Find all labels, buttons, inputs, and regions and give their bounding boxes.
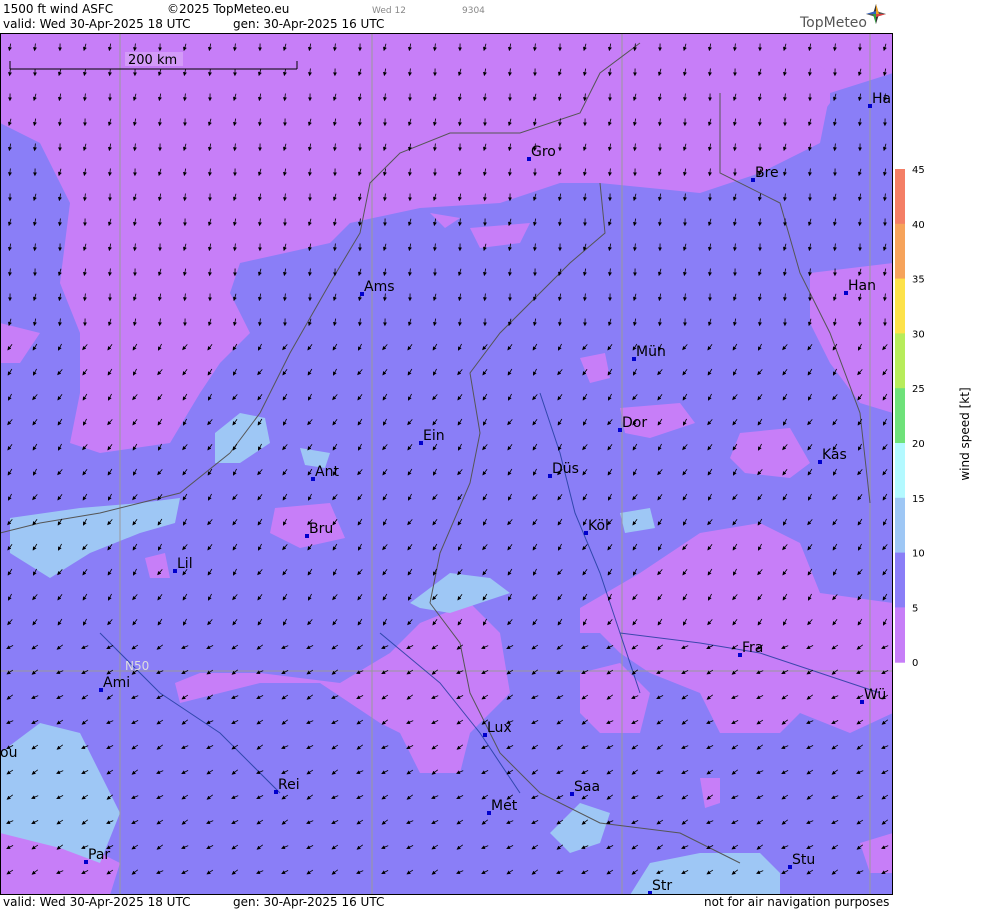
legend-tick-label: 45 <box>912 165 925 176</box>
svg-text:Par: Par <box>88 847 110 863</box>
code-label: 9304 <box>462 4 485 18</box>
city-lux[interactable]: Lux <box>483 720 512 737</box>
legend-tick-label: 15 <box>912 494 925 505</box>
svg-text:Mün: Mün <box>636 344 666 360</box>
legend-tick-label: 10 <box>912 549 925 560</box>
city-par[interactable]: Par <box>84 847 110 864</box>
svg-text:Rei: Rei <box>278 777 300 793</box>
copyright: ©2025 TopMeteo.eu <box>167 2 289 16</box>
svg-text:Ein: Ein <box>423 428 445 444</box>
city-fra[interactable]: Fra <box>738 640 763 657</box>
city-wu[interactable]: Wü <box>860 687 886 704</box>
footer-valid-time: valid: Wed 30-Apr-2025 18 UTC <box>3 895 190 909</box>
city-han[interactable]: Han <box>844 278 876 295</box>
map-header: 1500 ft wind ASFC ©2025 TopMeteo.eu Wed … <box>0 0 893 33</box>
brand-name: TopMeteo <box>800 16 867 30</box>
svg-text:Ami: Ami <box>103 675 130 691</box>
valid-time: valid: Wed 30-Apr-2025 18 UTC <box>3 17 190 31</box>
legend-tick-label: 25 <box>912 384 925 395</box>
legend-color-step <box>895 607 905 662</box>
svg-text:Ha: Ha <box>872 91 891 107</box>
svg-text:ou: ou <box>0 745 17 761</box>
svg-text:Fra: Fra <box>742 640 763 656</box>
legend-color-bar <box>895 169 905 663</box>
legend-color-step <box>895 388 905 443</box>
legend-title: wind speed [kt] <box>958 387 972 480</box>
city-met[interactable]: Met <box>487 798 518 815</box>
city-ant[interactable]: Ant <box>311 464 339 481</box>
wind-map-svg: 200 km N50 Gro Bre Ha Ams Han Mün Dor Ei… <box>0 33 893 895</box>
legend-tick-label: 5 <box>912 603 918 614</box>
disclaimer: not for air navigation purposes <box>704 895 889 909</box>
city-ami[interactable]: Ami <box>99 675 130 692</box>
legend-color-step <box>895 498 905 553</box>
svg-text:Wü: Wü <box>864 687 886 703</box>
scale-label: 200 km <box>128 53 177 68</box>
svg-text:Saa: Saa <box>574 779 600 795</box>
svg-text:Köl: Köl <box>588 518 609 534</box>
city-kol[interactable]: Köl <box>584 518 609 535</box>
product-title: 1500 ft wind ASFC <box>3 2 113 16</box>
city-ha[interactable]: Ha <box>868 91 891 108</box>
legend-color-step <box>895 224 905 279</box>
svg-text:Lux: Lux <box>487 720 512 736</box>
legend-color-step <box>895 169 905 224</box>
city-gro[interactable]: Gro <box>527 144 556 161</box>
city-ein[interactable]: Ein <box>419 428 445 445</box>
latitude-label: N50 <box>125 659 149 673</box>
svg-text:Ams: Ams <box>364 279 395 295</box>
svg-text:Bru: Bru <box>309 521 333 537</box>
legend-tick-label: 35 <box>912 275 925 286</box>
topmeteo-logo[interactable]: TopMeteo <box>798 2 890 32</box>
wind-map[interactable]: 200 km N50 Gro Bre Ha Ams Han Mün Dor Ei… <box>0 33 893 895</box>
svg-text:Met: Met <box>491 798 518 814</box>
legend-svg: 45 40 35 30 25 20 15 10 5 0 wind speed [kt] <box>893 0 983 909</box>
city-str[interactable]: Str <box>648 878 672 895</box>
svg-text:Kas: Kas <box>822 447 847 463</box>
map-footer: valid: Wed 30-Apr-2025 18 UTC gen: 30-Ap… <box>0 895 893 909</box>
generated-time: gen: 30-Apr-2025 16 UTC <box>233 17 384 31</box>
city-bre[interactable]: Bre <box>751 165 779 182</box>
svg-text:Dor: Dor <box>622 415 647 431</box>
city-ams[interactable]: Ams <box>360 279 395 296</box>
legend-tick-label: 30 <box>912 329 925 340</box>
legend-tick-label: 40 <box>912 220 925 231</box>
svg-text:Lil: Lil <box>177 556 193 572</box>
city-ou[interactable]: ou <box>0 745 17 761</box>
step-label: Wed 12 <box>372 4 406 18</box>
city-dus[interactable]: Düs <box>548 461 579 478</box>
svg-text:Stu: Stu <box>792 852 815 868</box>
footer-generated-time: gen: 30-Apr-2025 16 UTC <box>233 895 384 909</box>
city-saa[interactable]: Saa <box>570 779 600 796</box>
legend-color-step <box>895 333 905 388</box>
legend-ticks: 45 40 35 30 25 20 15 10 5 0 <box>912 165 925 669</box>
city-stu[interactable]: Stu <box>788 852 815 869</box>
svg-text:Bre: Bre <box>755 165 779 181</box>
legend-color-step <box>895 279 905 334</box>
city-dor[interactable]: Dor <box>618 415 647 432</box>
legend-color-step <box>895 443 905 498</box>
legend-tick-label: 0 <box>912 658 918 669</box>
city-kas[interactable]: Kas <box>818 447 847 464</box>
wind-speed-legend: 45 40 35 30 25 20 15 10 5 0 wind speed [kt] <box>893 0 983 909</box>
legend-tick-label: 20 <box>912 439 925 450</box>
svg-text:Han: Han <box>848 278 876 294</box>
city-mun[interactable]: Mün <box>632 344 666 361</box>
legend-color-step <box>895 553 905 608</box>
svg-text:Ant: Ant <box>315 464 339 480</box>
svg-text:Düs: Düs <box>552 461 579 477</box>
city-bru[interactable]: Bru <box>305 521 333 538</box>
city-rei[interactable]: Rei <box>274 777 300 794</box>
svg-text:Str: Str <box>652 878 672 894</box>
svg-text:Gro: Gro <box>531 144 556 160</box>
